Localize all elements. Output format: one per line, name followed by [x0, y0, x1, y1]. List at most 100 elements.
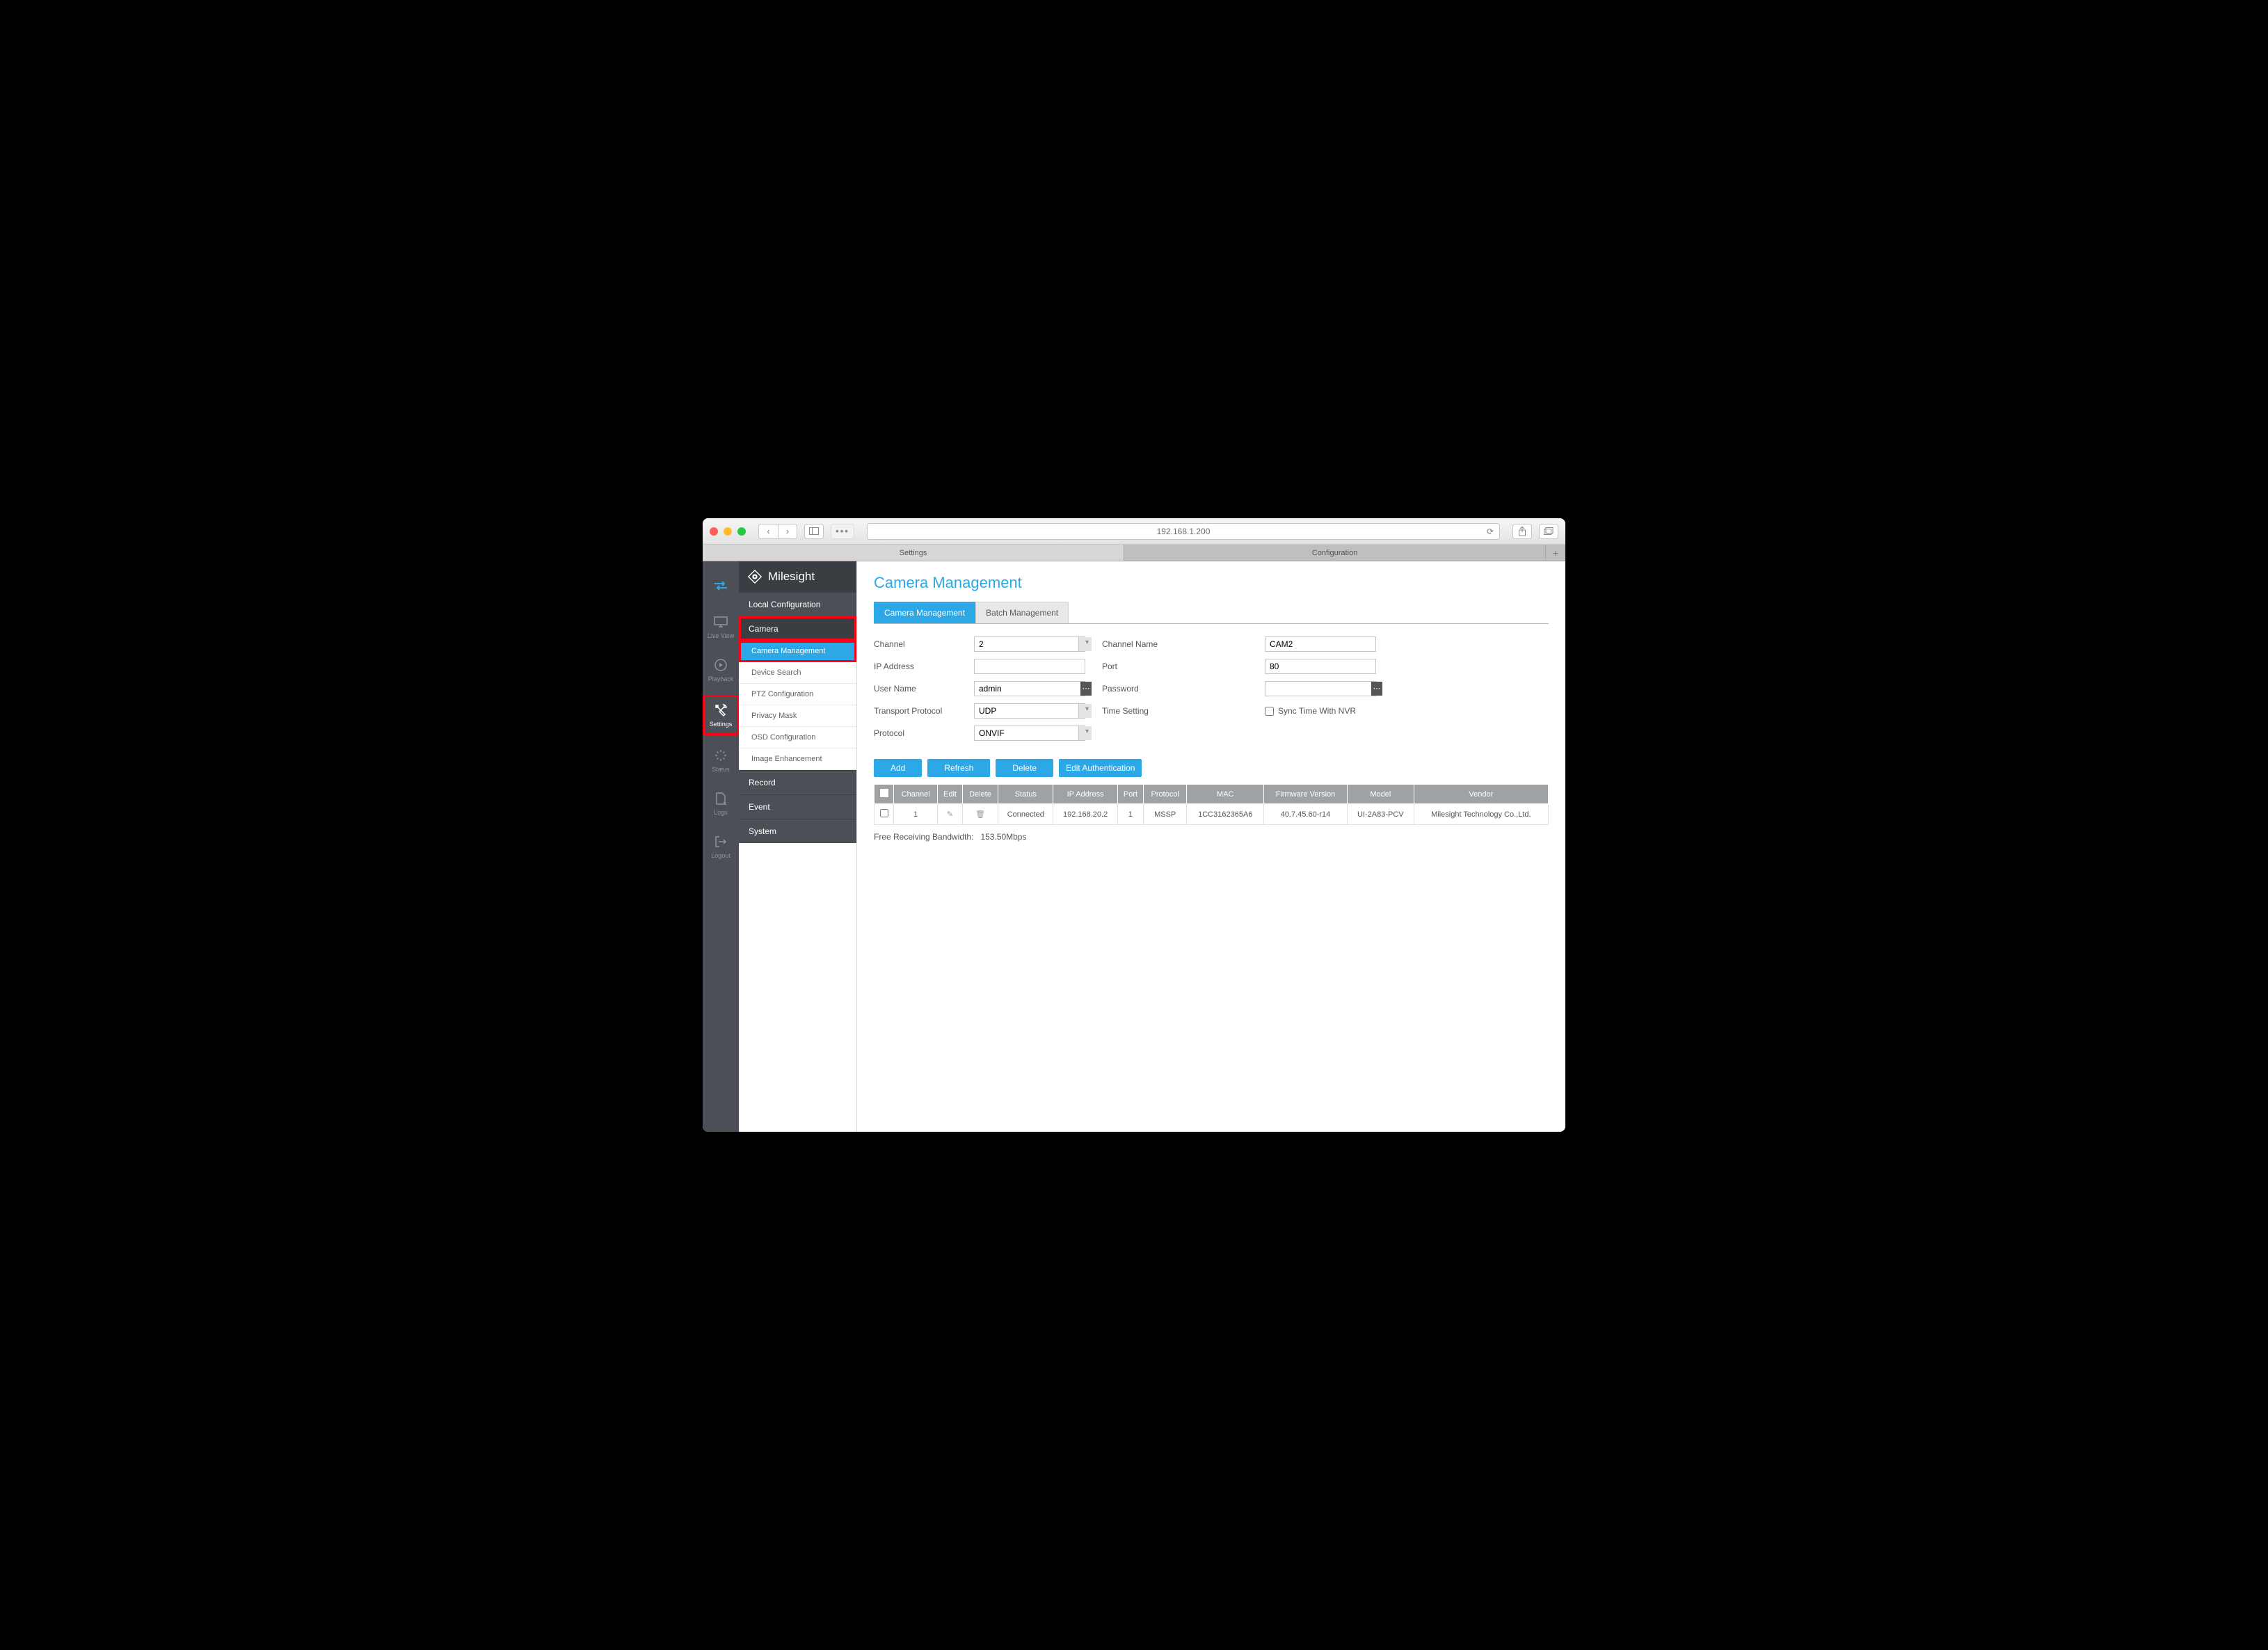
sidebar-section-camera[interactable]: Camera — [739, 616, 856, 641]
loading-icon — [713, 748, 728, 763]
sidebar-toggle-button[interactable] — [804, 524, 824, 539]
table-row: 1 ✎ 🗑 Connected 192.168.20.2 1 MSSP 1CC3… — [875, 804, 1549, 825]
th-channel: Channel — [894, 785, 938, 804]
channel-select[interactable]: 2 — [974, 636, 1085, 652]
window-controls — [710, 527, 746, 536]
label-ip: IP Address — [874, 662, 964, 671]
th-mac: MAC — [1187, 785, 1264, 804]
rail-item-status[interactable]: Status — [703, 742, 739, 778]
label-transport: Transport Protocol — [874, 706, 964, 716]
th-protocol: Protocol — [1143, 785, 1187, 804]
main-content: Camera Management Camera Management Batc… — [857, 561, 1565, 1132]
edit-authentication-button[interactable]: Edit Authentication — [1059, 759, 1142, 777]
label-channel: Channel — [874, 639, 964, 649]
rail-item-liveview[interactable]: Live View — [703, 609, 739, 645]
th-ip: IP Address — [1053, 785, 1118, 804]
maximize-icon[interactable] — [737, 527, 746, 536]
extensions-button[interactable]: ••• — [831, 524, 854, 539]
page-title: Camera Management — [874, 574, 1549, 592]
tab-camera-management[interactable]: Camera Management — [874, 602, 975, 623]
sidebar-item-privacy-mask[interactable]: Privacy Mask — [739, 705, 856, 727]
sidebar-item-camera-management[interactable]: Camera Management — [739, 641, 856, 662]
sidebar-section-local-config[interactable]: Local Configuration — [739, 592, 856, 616]
th-vendor: Vendor — [1414, 785, 1548, 804]
sidebar-item-device-search[interactable]: Device Search — [739, 662, 856, 684]
username-input[interactable] — [974, 681, 1085, 696]
tab-batch-management[interactable]: Batch Management — [975, 602, 1069, 623]
new-tab-button[interactable]: + — [1546, 545, 1565, 561]
th-status: Status — [998, 785, 1053, 804]
th-model: Model — [1347, 785, 1414, 804]
protocol-select[interactable]: ONVIF — [974, 726, 1085, 741]
cell-firmware: 40.7.45.60-r14 — [1264, 804, 1348, 825]
browser-tab-configuration[interactable]: Configuration — [1124, 545, 1546, 561]
cell-ip: 192.168.20.2 — [1053, 804, 1118, 825]
back-button[interactable]: ‹ — [758, 524, 778, 539]
document-icon — [713, 791, 728, 806]
label-port: Port — [1102, 662, 1255, 671]
sidebar-section-event[interactable]: Event — [739, 794, 856, 819]
rail-item-playback[interactable]: Playback — [703, 652, 739, 688]
camera-form: Channel 2 Channel Name IP Address Port U… — [874, 636, 1549, 741]
tools-icon — [713, 703, 728, 718]
minimize-icon[interactable] — [724, 527, 732, 536]
close-icon[interactable] — [710, 527, 718, 536]
cell-mac: 1CC3162365A6 — [1187, 804, 1264, 825]
cell-port: 1 — [1117, 804, 1143, 825]
sidebar-section-system[interactable]: System — [739, 819, 856, 843]
ip-input[interactable] — [974, 659, 1085, 674]
table-header-row: Channel Edit Delete Status IP Address Po… — [875, 785, 1549, 804]
sync-time-label: Sync Time With NVR — [1278, 706, 1356, 716]
password-input[interactable] — [1265, 681, 1376, 696]
rail-item-settings[interactable]: Settings — [703, 695, 739, 735]
sidebar-item-osd-configuration[interactable]: OSD Configuration — [739, 727, 856, 748]
rail-item-logs[interactable]: Logs — [703, 785, 739, 822]
browser-titlebar: ‹ › ••• 192.168.1.200 ⟳ — [703, 518, 1565, 545]
row-checkbox[interactable] — [880, 809, 888, 817]
edit-icon[interactable]: ✎ — [947, 810, 953, 819]
cell-model: UI-2A83-PCV — [1347, 804, 1414, 825]
th-edit: Edit — [938, 785, 962, 804]
bandwidth-info: Free Receiving Bandwidth: 153.50Mbps — [874, 832, 1549, 842]
tabs-button[interactable] — [1539, 524, 1558, 539]
sidebar-item-ptz-configuration[interactable]: PTZ Configuration — [739, 684, 856, 705]
rail-item-swap[interactable] — [703, 572, 739, 602]
url-bar[interactable]: 192.168.1.200 ⟳ — [867, 523, 1500, 540]
port-input[interactable] — [1265, 659, 1376, 674]
sync-time-checkbox[interactable] — [1265, 707, 1274, 716]
monitor-icon — [713, 614, 728, 630]
label-username: User Name — [874, 684, 964, 694]
th-delete: Delete — [962, 785, 998, 804]
rail-item-logout[interactable]: Logout — [703, 828, 739, 865]
browser-tab-settings[interactable]: Settings — [703, 545, 1124, 561]
cell-vendor: Milesight Technology Co.,Ltd. — [1414, 804, 1548, 825]
channel-name-input[interactable] — [1265, 636, 1376, 652]
select-all-checkbox[interactable] — [880, 789, 888, 797]
brand-header: Milesight — [739, 561, 856, 592]
delete-button[interactable]: Delete — [996, 759, 1053, 777]
reload-icon[interactable]: ⟳ — [1487, 527, 1494, 536]
cell-channel: 1 — [894, 804, 938, 825]
trash-icon[interactable]: 🗑 — [975, 810, 985, 819]
refresh-button[interactable]: Refresh — [927, 759, 990, 777]
forward-button[interactable]: › — [778, 524, 797, 539]
cell-status: Connected — [998, 804, 1053, 825]
browser-tabbar: Settings Configuration + — [703, 545, 1565, 561]
camera-table: Channel Edit Delete Status IP Address Po… — [874, 784, 1549, 825]
action-buttons: Add Refresh Delete Edit Authentication — [874, 759, 1549, 777]
brand-logo-icon — [747, 569, 762, 584]
sidebar: Milesight Local Configuration Camera Cam… — [739, 561, 857, 1132]
logout-icon — [713, 834, 728, 849]
cell-protocol: MSSP — [1143, 804, 1187, 825]
playback-icon — [713, 657, 728, 673]
label-channel-name: Channel Name — [1102, 639, 1255, 649]
sidebar-section-record[interactable]: Record — [739, 770, 856, 794]
label-protocol: Protocol — [874, 728, 964, 738]
add-button[interactable]: Add — [874, 759, 922, 777]
label-time-setting: Time Setting — [1102, 706, 1255, 716]
th-port: Port — [1117, 785, 1143, 804]
share-button[interactable] — [1512, 524, 1532, 539]
transport-select[interactable]: UDP — [974, 703, 1085, 719]
sidebar-item-image-enhancement[interactable]: Image Enhancement — [739, 748, 856, 770]
th-firmware: Firmware Version — [1264, 785, 1348, 804]
